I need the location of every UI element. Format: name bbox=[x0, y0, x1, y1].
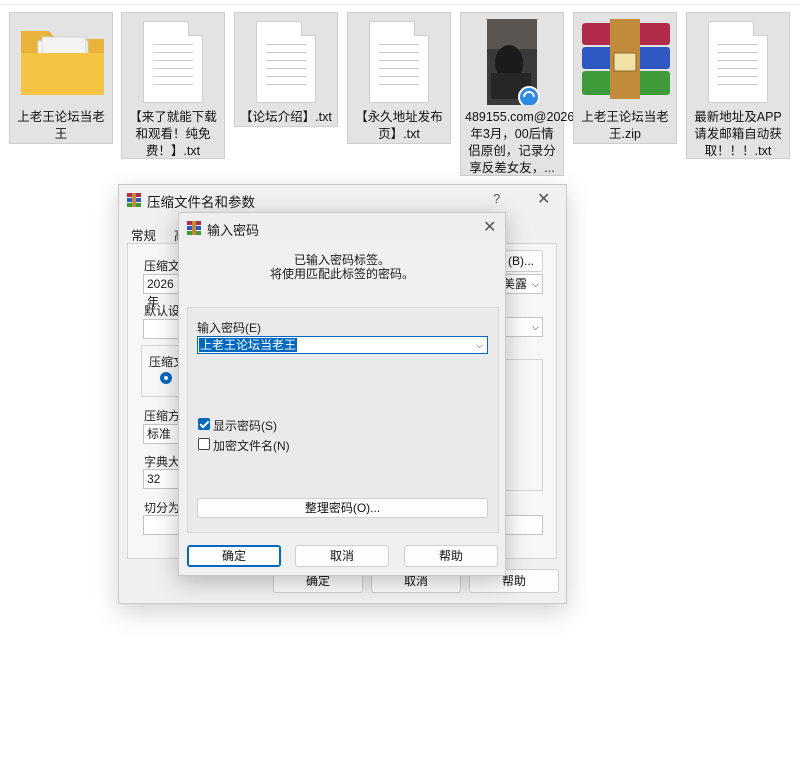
text-file-icon bbox=[348, 13, 450, 105]
file-name: 【永久地址发布页】.txt bbox=[355, 110, 443, 141]
split-volumes-input[interactable] bbox=[143, 515, 183, 535]
archive-name-label: 压缩文 bbox=[144, 259, 181, 273]
top-divider bbox=[0, 4, 800, 5]
desktop-file-txt[interactable]: 最新地址及APP请发邮箱自动获取！！！.txt bbox=[686, 12, 790, 159]
desktop-file-txt[interactable]: 【论坛介绍】.txt bbox=[234, 12, 338, 127]
video-file-icon bbox=[461, 13, 563, 108]
file-name: 【来了就能下载和观看！纯免费！】.txt bbox=[129, 110, 217, 158]
info-line-1: 已输入密码标签。 bbox=[293, 253, 390, 267]
password-input[interactable]: 上老王论坛当老王 ⌵ bbox=[197, 336, 488, 354]
chevron-down-icon[interactable]: ⌵ bbox=[476, 337, 483, 353]
file-name: 【论坛介绍】.txt bbox=[240, 110, 332, 124]
folder-icon bbox=[10, 13, 112, 105]
desktop-file-folder[interactable]: 上老王论坛当老王 bbox=[9, 12, 113, 144]
text-file-icon bbox=[235, 13, 337, 105]
info-text: 已输入密码标签。 将使用匹配此标签的密码。 bbox=[179, 253, 505, 281]
archive-name-input[interactable]: 2026年 bbox=[143, 274, 183, 309]
text-file-icon bbox=[122, 13, 224, 105]
winrar-icon bbox=[127, 193, 141, 207]
organize-passwords-button[interactable]: 整理密码(O)... bbox=[197, 498, 488, 518]
dialog-title: 压缩文件名和参数 bbox=[147, 195, 255, 210]
desktop-file-video[interactable]: 489155.com@2026年3月，00后情侣原创，记录分享反差女友，... bbox=[460, 12, 575, 176]
desktop-file-zip[interactable]: 上老王论坛当老王.zip bbox=[573, 12, 677, 144]
close-icon[interactable]: ✕ bbox=[537, 189, 550, 209]
chevron-down-icon: ⌵ bbox=[532, 279, 539, 289]
password-value: 上老王论坛当老王 bbox=[199, 338, 298, 352]
compression-method-select[interactable]: 标准 bbox=[143, 424, 183, 444]
password-label: 输入密码(E) bbox=[197, 321, 261, 335]
winrar-icon bbox=[187, 221, 201, 235]
show-password-label[interactable]: 显示密码(S) bbox=[213, 417, 277, 434]
password-button-field[interactable] bbox=[503, 515, 543, 535]
chevron-down-icon: ⌵ bbox=[532, 322, 539, 332]
encrypt-filenames-label[interactable]: 加密文件名(N) bbox=[213, 437, 290, 454]
title-bar: 输入密码 ✕ bbox=[179, 213, 505, 243]
default-settings-input[interactable] bbox=[143, 319, 183, 339]
desktop-file-txt[interactable]: 【永久地址发布页】.txt bbox=[347, 12, 451, 144]
cancel-button[interactable]: 取消 bbox=[295, 545, 389, 567]
title-bar: 压缩文件名和参数 ? ✕ bbox=[119, 185, 566, 215]
dictionary-size-select[interactable]: 32 bbox=[143, 469, 183, 489]
help-icon[interactable]: ? bbox=[493, 191, 500, 206]
tab-general[interactable]: 常规 bbox=[131, 225, 156, 244]
file-name: 上老王论坛当老王 bbox=[17, 110, 105, 141]
text-file-icon bbox=[687, 13, 789, 105]
encrypt-filenames-checkbox[interactable] bbox=[198, 438, 210, 450]
file-name: 最新地址及APP请发邮箱自动获取！！！.txt bbox=[694, 110, 782, 158]
enter-password-dialog: 输入密码 ✕ 已输入密码标签。 将使用匹配此标签的密码。 输入密码(E) 上老王… bbox=[178, 212, 506, 576]
ok-button[interactable]: 确定 bbox=[187, 545, 281, 567]
options-group bbox=[503, 359, 543, 491]
profile-value: 美露 bbox=[503, 277, 528, 291]
close-icon[interactable]: ✕ bbox=[483, 217, 496, 237]
file-name: 上老王论坛当老王.zip bbox=[581, 110, 669, 141]
format-radio[interactable] bbox=[160, 372, 172, 384]
info-line-2: 将使用匹配此标签的密码。 bbox=[269, 267, 414, 281]
dialog-title: 输入密码 bbox=[207, 223, 260, 238]
show-password-checkbox[interactable] bbox=[198, 418, 210, 430]
file-name: 489155.com@2026年3月，00后情侣原创，记录分享反差女友，... bbox=[465, 110, 575, 175]
desktop-file-txt[interactable]: 【来了就能下载和观看！纯免费！】.txt bbox=[121, 12, 225, 159]
help-button[interactable]: 帮助 bbox=[404, 545, 498, 567]
winrar-archive-icon bbox=[574, 13, 676, 105]
